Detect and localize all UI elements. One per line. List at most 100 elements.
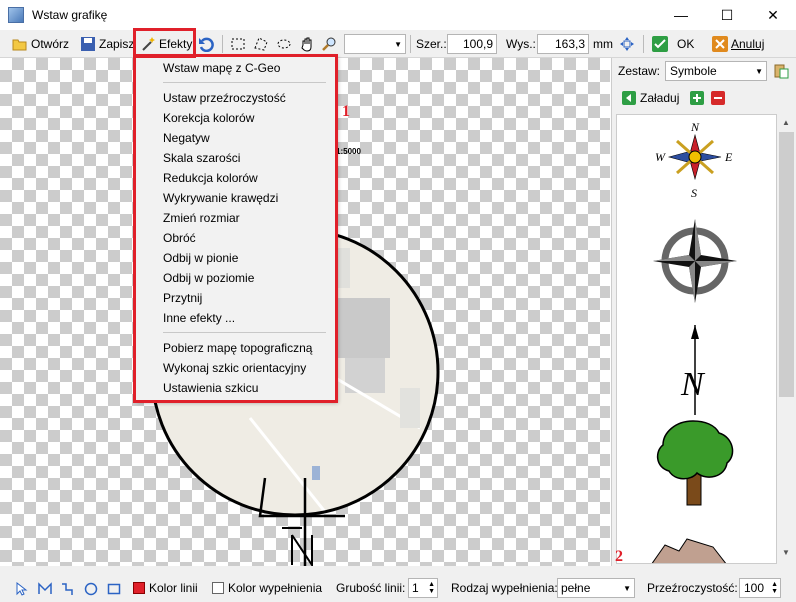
spinner-arrows-icon[interactable]: ▲ ▼ [771, 581, 780, 595]
cancel-x-icon [712, 36, 728, 52]
ok-button[interactable]: OK [652, 33, 694, 55]
width-value: 100,9 [462, 37, 493, 51]
move-arrows-icon [620, 37, 634, 51]
cancel-button[interactable]: Anuluj [712, 33, 764, 55]
poly-select-button[interactable] [253, 33, 272, 55]
rect-select-button[interactable] [230, 33, 249, 55]
transparency-label: Przeźroczystość: [647, 581, 738, 595]
transparency-value: 100 [744, 581, 765, 595]
polyline-tool-icon[interactable] [38, 582, 52, 596]
menu-item-download-topo-map[interactable]: Pobierz mapę topograficzną [136, 338, 335, 358]
open-button[interactable]: Otwórz [12, 33, 69, 55]
north-arrow-symbol[interactable]: N [680, 325, 706, 415]
ellipse-select-button[interactable] [276, 33, 295, 55]
pointer-tool-icon[interactable] [15, 582, 29, 596]
rectangle-tool-icon[interactable] [107, 582, 121, 596]
compass-rose-gray-symbol[interactable] [653, 219, 737, 303]
menu-item-crop[interactable]: Przytnij [136, 288, 335, 308]
ok-label: OK [677, 37, 695, 51]
circle-tool-icon[interactable] [84, 582, 98, 596]
chevron-down-icon: ▼ [623, 583, 631, 593]
unit-label: mm [593, 37, 613, 51]
height-value: 163,3 [554, 37, 585, 51]
fill-type-label: Rodzaj wypełnienia: [451, 581, 558, 595]
load-button[interactable]: Załaduj [622, 91, 679, 105]
app-icon [8, 7, 24, 23]
menu-item-make-sketch[interactable]: Wykonaj szkic orientacyjny [136, 358, 335, 378]
open-label: Otwórz [31, 37, 70, 51]
window-title: Wstaw grafikę [32, 8, 108, 22]
pan-button[interactable] [299, 33, 318, 55]
fill-type-value: pełne [561, 581, 591, 595]
line-color-picker[interactable]: Kolor linii [133, 578, 198, 598]
set-label: Zestaw: [618, 64, 661, 78]
line-width-spinner[interactable]: 1 ▲ ▼ [408, 578, 438, 598]
width-field[interactable]: 100,9 [447, 34, 497, 54]
scrollbar-thumb[interactable] [779, 132, 794, 397]
menu-item-sketch-settings[interactable]: Ustawienia szkicu [136, 378, 335, 398]
stepline-tool-icon[interactable] [61, 582, 75, 596]
save-button[interactable]: Zapisz [80, 33, 134, 55]
undo-icon [199, 37, 214, 52]
compass-s: S [691, 186, 697, 200]
menu-item-edge-detection[interactable]: Wykrywanie krawędzi [136, 188, 335, 208]
menu-item-negative[interactable]: Negatyw [136, 128, 335, 148]
toolbar: Otwórz Zapisz Efekty ▼ Szer.: 100,9 Wys.… [0, 30, 796, 58]
hand-icon [301, 37, 312, 52]
menu-item-flip-horizontal[interactable]: Odbij w poziomie [136, 268, 335, 288]
magnifier-icon [322, 37, 336, 51]
maximize-button[interactable]: ☐ [704, 0, 750, 30]
menu-item-insert-cgeo-map[interactable]: Wstaw mapę z C-Geo [136, 58, 335, 78]
width-label: Szer.: [416, 37, 447, 51]
annotation-1: 1 [342, 103, 350, 120]
menu-item-color-reduction[interactable]: Redukcja kolorów [136, 168, 335, 188]
effects-menu: Wstaw mapę z C-Geo Ustaw przeźroczystość… [135, 55, 336, 401]
set-dropdown[interactable]: Symbole ▼ [665, 61, 767, 81]
close-button[interactable]: ✕ [750, 0, 796, 30]
menu-item-other-effects[interactable]: Inne efekty ... [136, 308, 335, 328]
folder-icon [12, 39, 27, 51]
transparency-spinner[interactable]: 100 ▲ ▼ [739, 578, 781, 598]
paste-icon[interactable] [773, 63, 789, 79]
menu-item-color-correction[interactable]: Korekcja kolorów [136, 108, 335, 128]
scroll-up-icon[interactable]: ▲ [782, 118, 790, 127]
tree-symbol[interactable] [656, 420, 734, 506]
symbol-panel: Zestaw: Symbole ▼ Załaduj N S E W N ▲ ▼ [611, 58, 796, 566]
fill-color-picker[interactable]: Kolor wypełnienia [212, 578, 322, 598]
ellipse-select-icon [277, 39, 291, 49]
toolbar-separator [222, 35, 223, 53]
toolbar-separator [643, 35, 644, 53]
rect-select-icon [231, 38, 245, 50]
scroll-down-icon[interactable]: ▼ [782, 548, 790, 557]
menu-item-rotate[interactable]: Obróć [136, 228, 335, 248]
menu-item-transparency[interactable]: Ustaw przeźroczystość [136, 88, 335, 108]
zoom-button[interactable] [322, 33, 341, 55]
line-color-label: Kolor linii [149, 581, 198, 595]
compass-rose-color-symbol[interactable]: N S E W [655, 120, 733, 200]
toolbar-separator [410, 35, 411, 53]
annotation-2: 2 [615, 548, 623, 565]
height-label: Wys.: [506, 37, 536, 51]
fill-color-swatch [212, 582, 224, 594]
chevron-down-icon: ▼ [755, 66, 763, 76]
floppy-disk-icon [81, 37, 95, 51]
menu-item-resize[interactable]: Zmień rozmiar [136, 208, 335, 228]
effects-label: Efekty [159, 37, 193, 51]
symbol-scrollbar[interactable]: ▲ ▼ [778, 114, 795, 564]
fit-button[interactable] [619, 33, 638, 55]
zoom-dropdown[interactable]: ▼ [344, 34, 406, 54]
rock-symbol[interactable] [651, 538, 727, 564]
remove-icon[interactable] [711, 91, 725, 105]
symbol-gallery: N S E W N [651, 120, 737, 564]
undo-button[interactable] [198, 33, 217, 55]
menu-item-flip-vertical[interactable]: Odbij w pionie [136, 248, 335, 268]
effects-button[interactable]: Efekty [140, 33, 192, 55]
menu-item-grayscale[interactable]: Skala szarości [136, 148, 335, 168]
spinner-arrows-icon[interactable]: ▲ ▼ [428, 581, 437, 595]
height-field[interactable]: 163,3 [537, 34, 589, 54]
fill-type-dropdown[interactable]: pełne ▼ [557, 578, 635, 598]
fill-color-label: Kolor wypełnienia [228, 581, 323, 595]
symbol-list: N S E W N [616, 114, 777, 564]
add-icon[interactable] [690, 91, 704, 105]
minimize-button[interactable]: — [658, 0, 704, 30]
